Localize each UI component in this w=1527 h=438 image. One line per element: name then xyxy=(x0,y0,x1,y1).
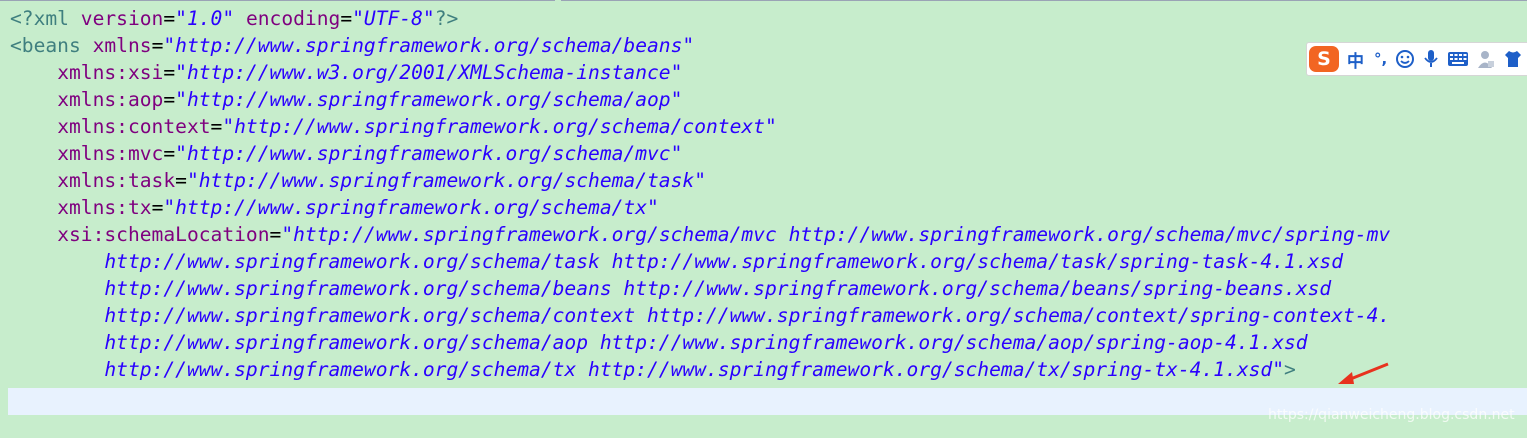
code-line[interactable]: http://www.springframework.org/schema/co… xyxy=(10,302,1390,329)
code-line[interactable]: http://www.springframework.org/schema/be… xyxy=(10,275,1331,302)
code-token: "http://www.springframework.org/schema/c… xyxy=(222,115,777,138)
code-token: http://www.springframework.org/schema/tx… xyxy=(10,358,1285,381)
code-token: http://www.springframework.org/schema/ta… xyxy=(10,250,1343,273)
code-line[interactable]: http://www.springframework.org/schema/ta… xyxy=(10,248,1343,275)
code-token: xmlns:aop xyxy=(57,88,164,111)
code-token: "http://www.springframework.org/schema/m… xyxy=(281,223,1391,246)
code-token: http://www.springframework.org/schema/ao… xyxy=(10,331,1308,354)
code-token: xmlns:task xyxy=(57,169,176,192)
code-token: "http://www.springframework.org/schema/b… xyxy=(163,34,695,57)
editor-top-border xyxy=(0,0,1527,4)
punctuation-button[interactable]: °, xyxy=(1374,50,1387,68)
code-token: = xyxy=(163,7,176,30)
code-token: > xyxy=(1284,358,1296,381)
emoji-icon[interactable] xyxy=(1395,49,1415,69)
code-token: encoding xyxy=(245,7,341,30)
code-token: = xyxy=(151,196,164,219)
code-token: "http://www.springframework.org/schema/t… xyxy=(163,196,659,219)
code-token: http://www.springframework.org/schema/co… xyxy=(10,304,1391,327)
code-line[interactable]: xmlns:tx="http://www.springframework.org… xyxy=(10,194,659,221)
code-token: = xyxy=(163,88,176,111)
code-line[interactable]: http://www.springframework.org/schema/tx… xyxy=(10,356,1296,383)
code-token: xmlns:xsi xyxy=(57,61,164,84)
code-token: "http://www.springframework.org/schema/m… xyxy=(175,142,683,165)
code-token: "UTF-8" xyxy=(352,7,435,30)
code-line[interactable]: <beans xmlns="http://www.springframework… xyxy=(10,32,694,59)
code-token: xmlns:context xyxy=(57,115,211,138)
ime-toolbar[interactable]: S 中 °, xyxy=(1306,42,1527,76)
code-token: http://www.springframework.org/schema/be… xyxy=(10,277,1332,300)
code-line[interactable]: <?xml version="1.0" encoding="UTF-8"?> xyxy=(10,5,458,32)
code-token: = xyxy=(151,34,164,57)
annotation-arrow-icon xyxy=(1338,362,1389,384)
shirt-icon[interactable] xyxy=(1503,49,1523,69)
code-token: = xyxy=(210,115,223,138)
microphone-icon[interactable] xyxy=(1423,49,1439,69)
code-line[interactable]: xmlns:aop="http://www.springframework.or… xyxy=(10,86,682,113)
code-token: = xyxy=(163,142,176,165)
code-token: ?> xyxy=(434,7,459,30)
code-line[interactable]: xmlns:xsi="http://www.w3.org/2001/XMLSch… xyxy=(10,59,682,86)
watermark: https://qianweicheng.blog.csdn.net xyxy=(1268,407,1515,423)
code-token: version xyxy=(80,7,164,30)
code-token: "http://www.springframework.org/schema/t… xyxy=(186,169,706,192)
code-line[interactable]: xsi:schemaLocation="http://www.springfra… xyxy=(10,221,1390,248)
code-token: = xyxy=(163,61,176,84)
code-line[interactable]: xmlns:context="http://www.springframewor… xyxy=(10,113,777,140)
xml-editor[interactable]: <?xml version="1.0" encoding="UTF-8"?> <b… xyxy=(0,5,1527,438)
code-line[interactable]: xmlns:mvc="http://www.springframework.or… xyxy=(10,140,682,167)
code-token: = xyxy=(175,169,187,192)
code-token: "1.0" xyxy=(175,7,235,30)
keyboard-icon[interactable] xyxy=(1447,51,1469,67)
code-token: <beans xyxy=(10,34,93,57)
code-token: xmlns:tx xyxy=(57,196,152,219)
code-token: "http://www.w3.org/2001/XMLSchema-instan… xyxy=(175,61,683,84)
code-line[interactable]: xmlns:task="http://www.springframework.o… xyxy=(10,167,706,194)
code-token: xmlns xyxy=(92,34,152,57)
user-icon[interactable] xyxy=(1477,49,1495,69)
code-token: xsi:schemaLocation xyxy=(57,223,270,246)
chinese-mode-button[interactable]: 中 xyxy=(1347,47,1364,72)
code-token: = xyxy=(269,223,282,246)
code-token: xmlns:mvc xyxy=(57,142,164,165)
code-token: <?xml xyxy=(10,7,81,30)
code-token: = xyxy=(340,7,353,30)
code-line[interactable]: http://www.springframework.org/schema/ao… xyxy=(10,329,1308,356)
sogou-logo-icon[interactable]: S xyxy=(1309,46,1339,72)
code-token: "http://www.springframework.org/schema/a… xyxy=(175,88,683,111)
